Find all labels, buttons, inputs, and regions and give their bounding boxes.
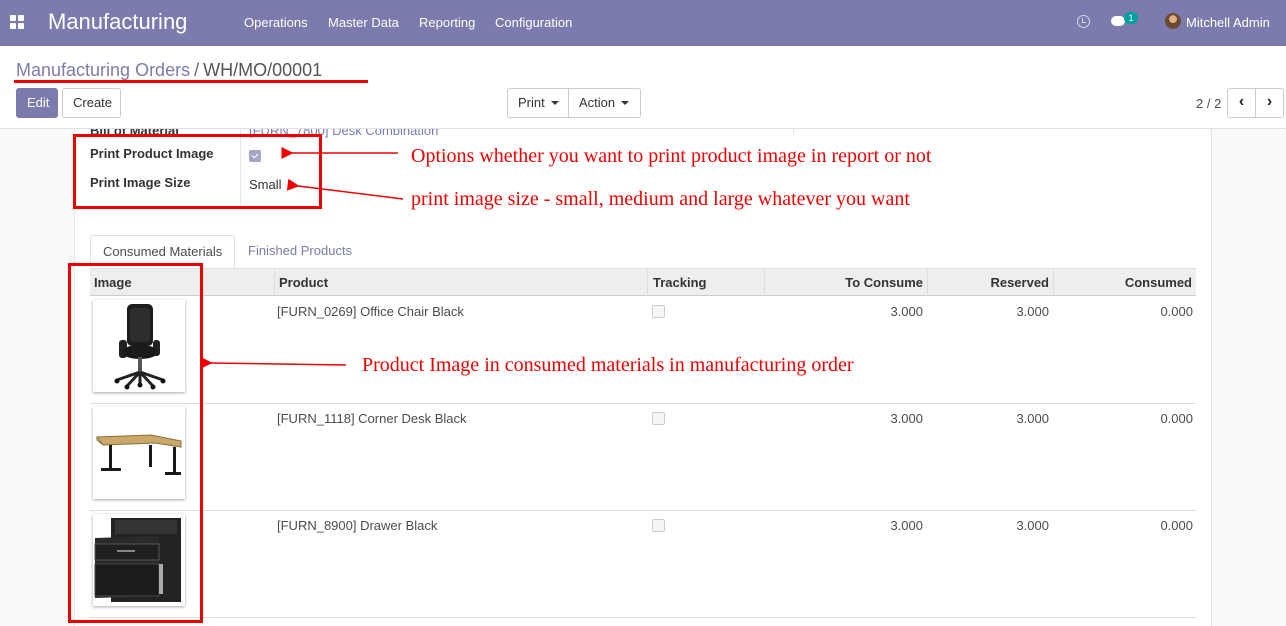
tab-finished-products[interactable]: Finished Products: [236, 235, 364, 268]
table-row[interactable]: [FURN_8900] Drawer Black 3.000 3.000 0.0…: [90, 511, 1196, 618]
pager-value[interactable]: 2 / 2: [1196, 96, 1221, 111]
breadcrumb: Manufacturing Orders / WH/MO/00001: [16, 60, 322, 81]
annotation-options-text: Options whether you want to print produc…: [411, 145, 932, 167]
reserved-cell: 3.000: [1016, 304, 1049, 319]
column-header-tracking[interactable]: Tracking: [648, 269, 765, 296]
chevron-left-icon: ‹: [1238, 93, 1245, 110]
tracking-checkbox: [652, 412, 665, 425]
reserved-cell: 3.000: [1016, 411, 1049, 426]
annotation-box-fields: [73, 134, 322, 209]
menu-master-data[interactable]: Master Data: [328, 15, 399, 30]
product-cell: [FURN_8900] Drawer Black: [277, 518, 438, 533]
tracking-checkbox: [652, 305, 665, 318]
tracking-checkbox: [652, 519, 665, 532]
caret-down-icon: [621, 101, 630, 105]
breadcrumb-separator: /: [194, 60, 200, 80]
table-header: Image Product Tracking To Consume Reserv…: [90, 268, 1196, 296]
menu-configuration[interactable]: Configuration: [495, 15, 572, 30]
to-consume-cell: 3.000: [890, 518, 923, 533]
action-label: Action: [579, 95, 616, 110]
table-row[interactable]: [FURN_0269] Office Chair Black 3.000 3.0…: [90, 297, 1196, 404]
top-navbar: Manufacturing Operations Master Data Rep…: [0, 0, 1286, 46]
column-header-reserved[interactable]: Reserved: [928, 269, 1054, 296]
menu-reporting[interactable]: Reporting: [419, 15, 475, 30]
pager-previous-button[interactable]: ‹: [1227, 88, 1256, 118]
create-button[interactable]: Create: [62, 88, 121, 118]
action-dropdown-button[interactable]: Action: [568, 88, 641, 118]
caret-down-icon: [550, 101, 559, 105]
app-title[interactable]: Manufacturing: [48, 9, 187, 35]
reserved-cell: 3.000: [1016, 518, 1049, 533]
apps-menu-icon[interactable]: [10, 15, 24, 29]
column-header-product[interactable]: Product: [275, 269, 648, 296]
annotation-box-images: [68, 263, 203, 623]
product-cell: [FURN_1118] Corner Desk Black: [277, 411, 467, 426]
breadcrumb-current: WH/MO/00001: [203, 60, 323, 80]
control-panel: Manufacturing Orders / WH/MO/00001 Edit Cr…: [0, 46, 1286, 129]
to-consume-cell: 3.000: [890, 411, 923, 426]
column-divider: [793, 129, 794, 134]
messages-count-badge: 1: [1124, 12, 1138, 24]
user-menu[interactable]: Mitchell Admin: [1186, 15, 1270, 30]
breadcrumb-manufacturing-orders[interactable]: Manufacturing Orders: [16, 60, 190, 80]
print-dropdown-button[interactable]: Print: [507, 88, 569, 118]
consumed-cell: 0.000: [1160, 518, 1193, 533]
annotation-underline: [14, 80, 368, 83]
menu-operations[interactable]: Operations: [244, 15, 308, 30]
consumed-cell: 0.000: [1160, 304, 1193, 319]
print-label: Print: [518, 95, 545, 110]
chevron-right-icon: ›: [1266, 93, 1273, 110]
messages-icon[interactable]: [1111, 16, 1125, 26]
product-cell: [FURN_0269] Office Chair Black: [277, 304, 464, 319]
annotation-image-text: Product Image in consumed materials in m…: [362, 354, 854, 376]
activity-clock-icon[interactable]: [1077, 15, 1090, 28]
pager-next-button[interactable]: ›: [1255, 88, 1284, 118]
column-header-consumed[interactable]: Consumed: [1054, 269, 1196, 296]
table-row[interactable]: [FURN_1118] Corner Desk Black 3.000 3.00…: [90, 404, 1196, 511]
annotation-size-text: print image size - small, medium and lar…: [411, 188, 910, 210]
column-header-to-consume[interactable]: To Consume: [765, 269, 928, 296]
edit-button[interactable]: Edit: [16, 88, 58, 118]
avatar[interactable]: [1165, 13, 1181, 29]
consumed-cell: 0.000: [1160, 411, 1193, 426]
to-consume-cell: 3.000: [890, 304, 923, 319]
